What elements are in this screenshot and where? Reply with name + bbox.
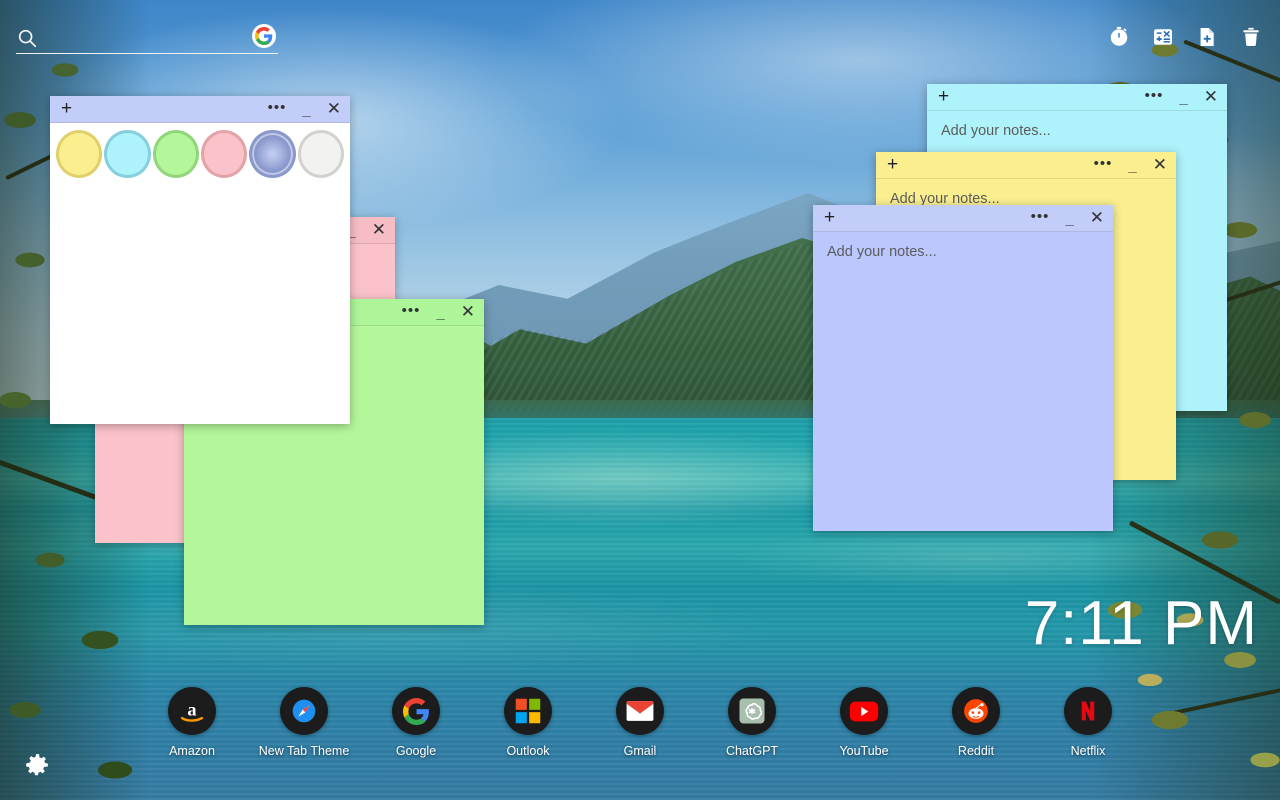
note-minimize-button[interactable]: _ xyxy=(1065,212,1073,227)
gear-icon[interactable] xyxy=(24,752,50,778)
dock-item-amazon[interactable]: a Amazon xyxy=(136,687,248,758)
dock-label: Netflix xyxy=(1070,744,1106,758)
note-minimize-button[interactable]: _ xyxy=(1128,159,1136,174)
top-tools xyxy=(1106,22,1264,52)
palette-titlebar[interactable]: + ••• _ ✕ xyxy=(50,96,350,123)
search-input[interactable] xyxy=(46,28,278,47)
gmail-icon xyxy=(616,687,664,735)
dock: a Amazon New Tab Theme Google Outlook Gm… xyxy=(0,687,1280,782)
swatch-yellow[interactable] xyxy=(56,130,103,178)
google-g-icon xyxy=(255,27,273,45)
dock-label: YouTube xyxy=(839,744,889,758)
add-note-button[interactable]: + xyxy=(887,155,898,174)
dock-label: Amazon xyxy=(169,744,215,758)
note-yellow-titlebar[interactable]: + ••• _ ✕ xyxy=(876,152,1176,179)
dock-item-new-tab-theme[interactable]: New Tab Theme xyxy=(248,687,360,758)
calculator-icon[interactable] xyxy=(1150,24,1176,50)
palette-swatch-row xyxy=(50,123,350,186)
palette-body xyxy=(50,186,350,424)
google-icon xyxy=(392,687,440,735)
dock-item-youtube[interactable]: YouTube xyxy=(808,687,920,758)
color-palette-window[interactable]: + ••• _ ✕ xyxy=(50,96,350,424)
new-note-icon[interactable] xyxy=(1194,24,1220,50)
dock-label: Outlook xyxy=(506,744,550,758)
amazon-icon: a xyxy=(168,687,216,735)
add-note-button[interactable]: + xyxy=(61,99,72,118)
new-tab-theme-icon xyxy=(280,687,328,735)
chatgpt-icon xyxy=(728,687,776,735)
swatch-periwinkle[interactable] xyxy=(249,130,296,178)
search-bar[interactable] xyxy=(16,22,278,54)
netflix-icon xyxy=(1064,687,1112,735)
trash-icon[interactable] xyxy=(1238,24,1264,50)
swatch-cyan[interactable] xyxy=(104,130,151,178)
search-engine-badge[interactable] xyxy=(252,24,276,48)
add-note-button[interactable]: + xyxy=(824,208,835,227)
note-menu-button[interactable]: ••• xyxy=(402,303,421,318)
dock-item-chatgpt[interactable]: ChatGPT xyxy=(696,687,808,758)
search-icon xyxy=(16,27,38,49)
note-cyan-titlebar[interactable]: + ••• _ ✕ xyxy=(927,84,1227,111)
outlook-icon xyxy=(504,687,552,735)
dock-label: Gmail xyxy=(623,744,657,758)
note-periwinkle-body[interactable]: Add your notes... xyxy=(813,232,1113,531)
palette-menu-button[interactable]: ••• xyxy=(268,100,287,115)
note-menu-button[interactable]: ••• xyxy=(1031,209,1050,224)
note-periwinkle-titlebar[interactable]: + ••• _ ✕ xyxy=(813,205,1113,232)
note-minimize-button[interactable]: _ xyxy=(1179,91,1187,106)
dock-item-netflix[interactable]: Netflix xyxy=(1032,687,1144,758)
note-minimize-button[interactable]: _ xyxy=(436,306,444,321)
palette-close-button[interactable]: ✕ xyxy=(327,100,341,118)
clock: 7:11 PM xyxy=(1024,589,1258,658)
timer-icon[interactable] xyxy=(1106,24,1132,50)
note-menu-button[interactable]: ••• xyxy=(1094,156,1113,171)
dock-label: Reddit xyxy=(957,744,995,758)
dock-item-reddit[interactable]: Reddit xyxy=(920,687,1032,758)
note-close-button[interactable]: ✕ xyxy=(372,221,386,239)
note-close-button[interactable]: ✕ xyxy=(1090,209,1104,227)
note-periwinkle-window[interactable]: + ••• _ ✕ Add your notes... xyxy=(813,205,1113,531)
dock-label: Google xyxy=(395,744,437,758)
note-menu-button[interactable]: ••• xyxy=(1145,88,1164,103)
youtube-icon xyxy=(840,687,888,735)
dock-item-outlook[interactable]: Outlook xyxy=(472,687,584,758)
swatch-white[interactable] xyxy=(297,130,344,178)
swatch-pink[interactable] xyxy=(200,130,248,178)
reddit-icon xyxy=(952,687,1000,735)
dock-label: New Tab Theme xyxy=(258,744,350,758)
palette-minimize-button[interactable]: _ xyxy=(302,103,310,118)
note-close-button[interactable]: ✕ xyxy=(461,303,475,321)
add-note-button[interactable]: + xyxy=(938,87,949,106)
dock-label: ChatGPT xyxy=(725,744,779,758)
dock-item-google[interactable]: Google xyxy=(360,687,472,758)
top-bar xyxy=(0,0,1280,70)
svg-text:a: a xyxy=(187,699,196,719)
swatch-green[interactable] xyxy=(152,130,199,178)
note-close-button[interactable]: ✕ xyxy=(1153,156,1167,174)
note-close-button[interactable]: ✕ xyxy=(1204,88,1218,106)
desktop: + ••• _ ✕ + ••• _ ✕ + ••• _ ✕ xyxy=(0,0,1280,800)
dock-item-gmail[interactable]: Gmail xyxy=(584,687,696,758)
